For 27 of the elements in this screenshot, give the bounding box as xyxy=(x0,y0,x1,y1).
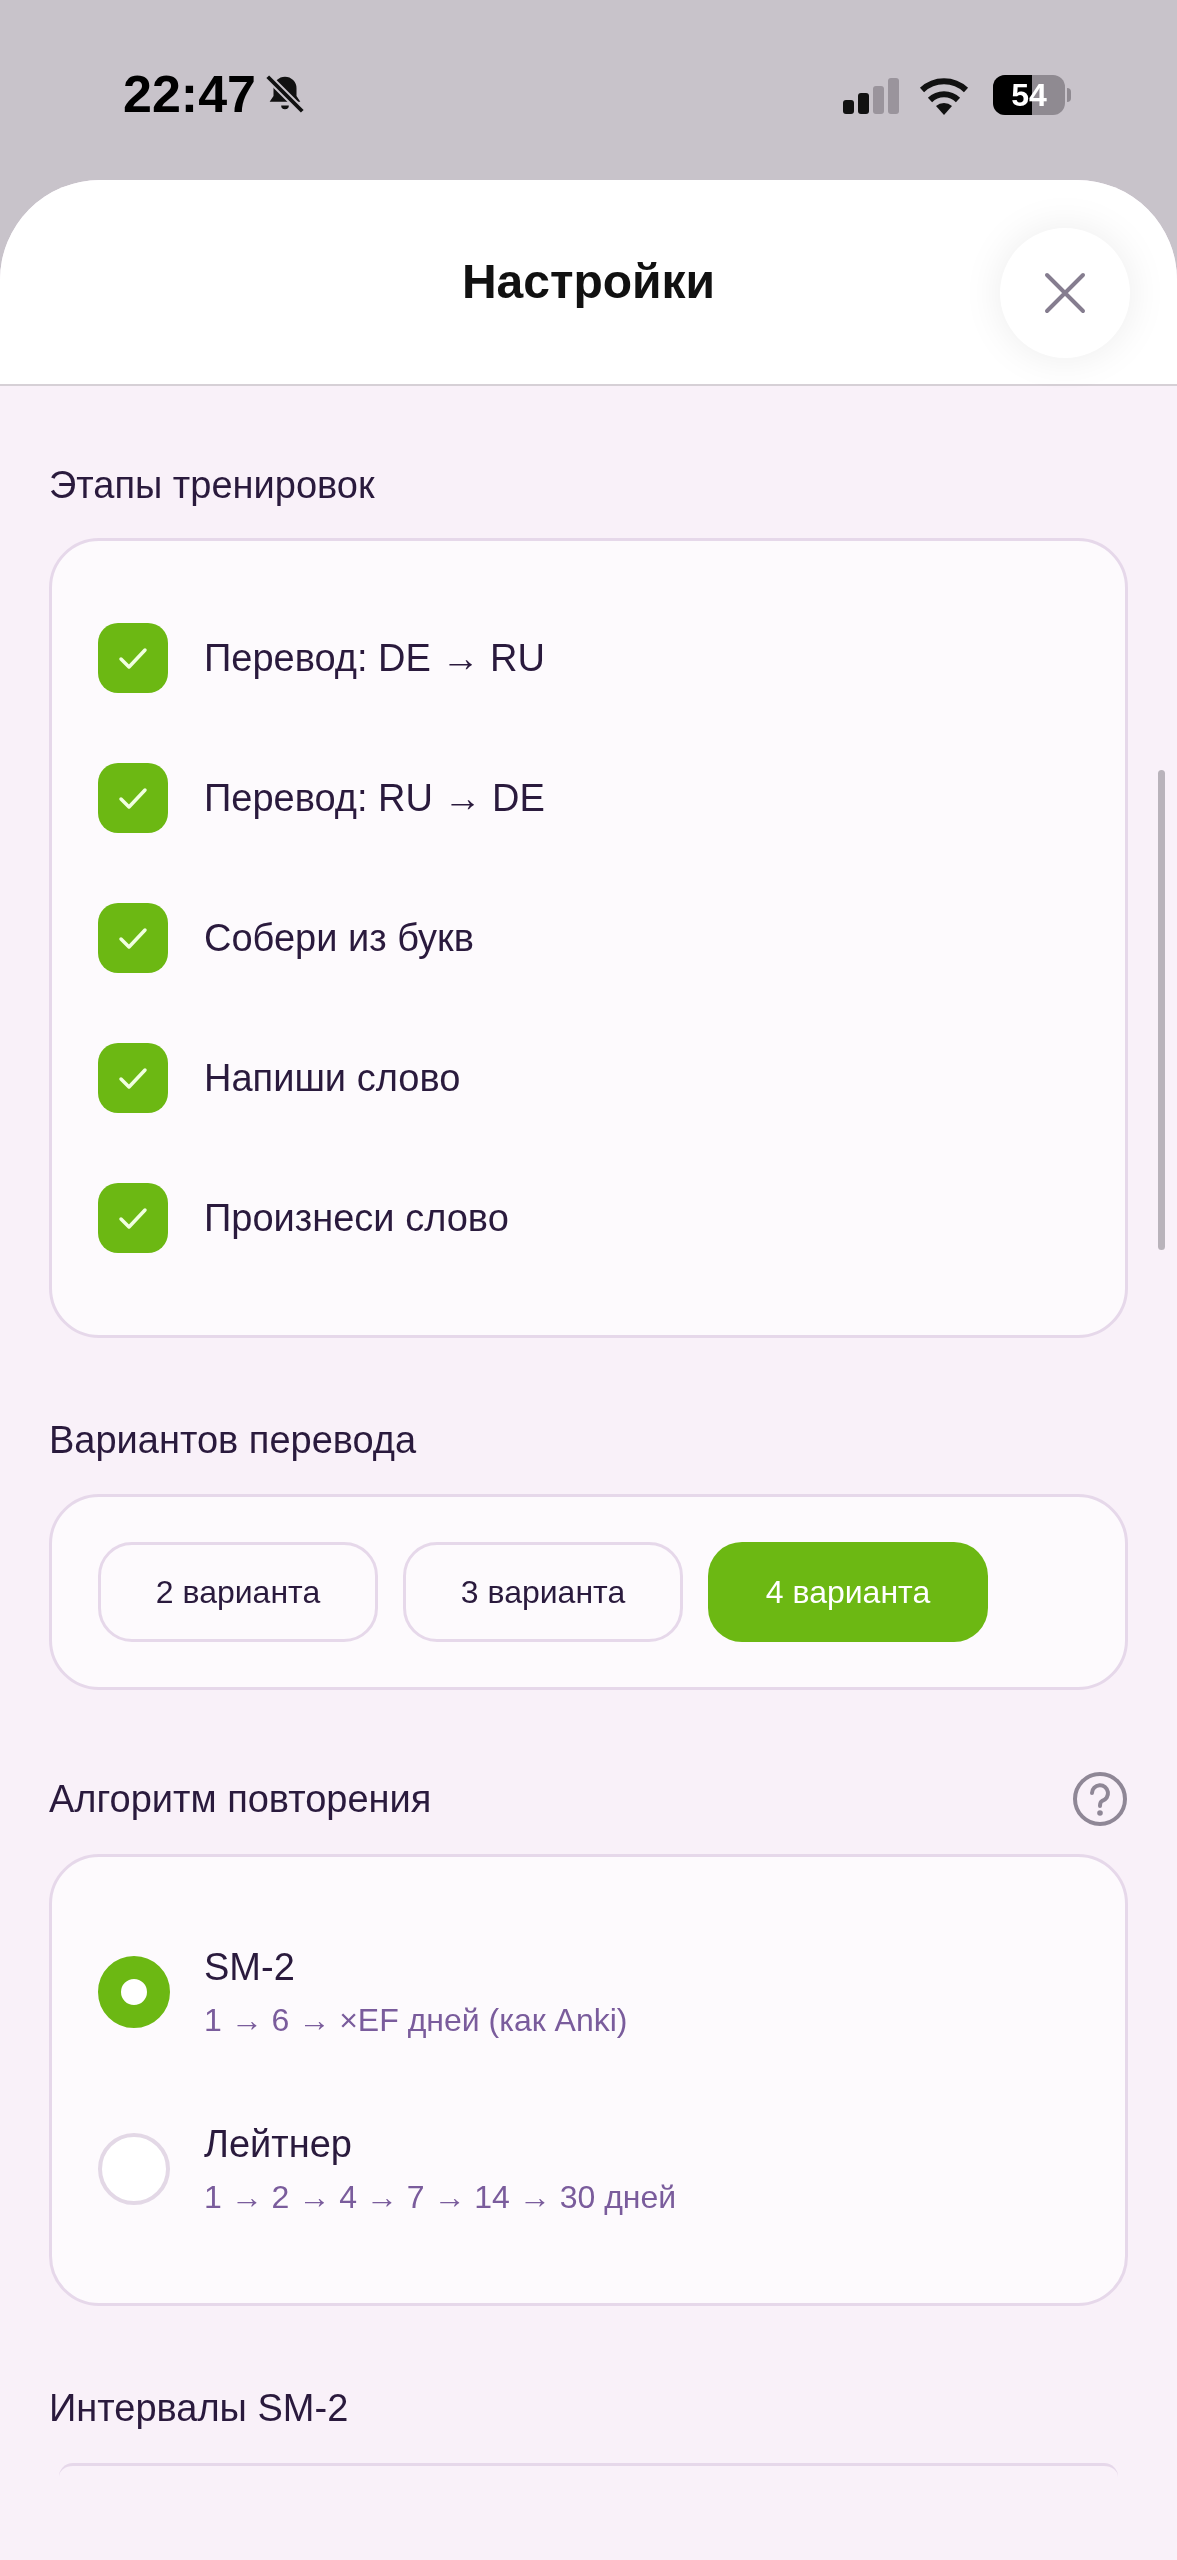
checkbox-label: Произнеси слово xyxy=(204,1196,509,1241)
option-title: SM-2 xyxy=(204,1945,296,1990)
checkbox[interactable] xyxy=(98,1183,168,1253)
checkbox-label: Собери из букв xyxy=(204,916,474,961)
section-label: Этапы тренировок xyxy=(49,463,376,508)
close-icon xyxy=(1043,271,1087,315)
option-description: 1 → 2 → 4 → 7 → 14 → 30 дней xyxy=(204,2178,677,2217)
checkbox[interactable] xyxy=(98,903,168,973)
wifi-icon xyxy=(918,75,970,115)
section-label: Алгоритм повторения xyxy=(49,1777,432,1822)
sheet-title: Настройки xyxy=(461,254,716,310)
help-icon[interactable] xyxy=(1072,1771,1128,1827)
checkbox-label: Перевод: RU → DE xyxy=(204,776,545,821)
checkbox[interactable] xyxy=(98,1043,168,1113)
option-title: Лейтнер xyxy=(204,2122,353,2167)
checkbox-label: Перевод: DE → RU xyxy=(204,636,545,681)
checkbox[interactable] xyxy=(98,763,168,833)
section-label: Интервалы SM-2 xyxy=(49,2386,350,2431)
scrollbar[interactable] xyxy=(1158,770,1165,1250)
clock-time: 22:47 xyxy=(123,64,256,125)
option-button[interactable]: 2 варианта xyxy=(98,1542,378,1642)
option-description: 1 → 6 → ×EF дней (как Anki) xyxy=(204,2001,628,2040)
option-button[interactable]: 3 варианта xyxy=(403,1542,683,1642)
section-label: Вариантов перевода xyxy=(49,1418,418,1463)
checkbox[interactable] xyxy=(98,623,168,693)
signal-icon xyxy=(843,78,901,114)
checkbox-label: Напиши слово xyxy=(204,1056,461,1101)
